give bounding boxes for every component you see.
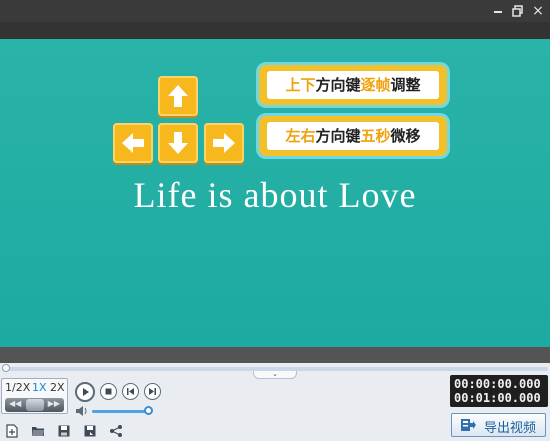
save-as-icon[interactable] [83,424,97,438]
previous-frame-button[interactable] [122,383,139,400]
hint-left-right-fine-move: 左右方向键五秒微移 [259,116,447,156]
export-icon [461,419,476,431]
title-bar: × [0,0,550,22]
total-time: 00:01:00.000 [454,391,541,405]
previous-frame-icon [127,388,134,395]
speed-control: 1/2X 1X 2X ◀◀ ▶▶ [1,378,68,414]
preview-footer-bar [0,347,550,363]
hint-left-right-text: 左右方向键五秒微移 [267,122,439,150]
next-frame-button[interactable] [144,383,161,400]
jog-knob[interactable] [26,399,44,411]
video-editor-window: × 上下方向键逐帧调整 左右方向键五秒微移 Life is about Love… [0,0,550,441]
export-video-button[interactable]: 导出视频 [451,413,546,437]
arrow-up-key [158,76,198,116]
timeline-playhead[interactable] [2,364,10,372]
hint-up-down-suffix: 调整 [390,76,421,94]
hint-up-down-highlight: 逐帧 [360,76,391,94]
new-project-icon[interactable] [5,424,19,438]
arrow-left-icon [122,133,144,153]
speed-1x[interactable]: 1X [32,381,47,394]
speed-half[interactable]: 1/2X [5,381,30,394]
jog-shuttle[interactable]: ◀◀ ▶▶ [5,398,64,412]
volume-slider-knob[interactable] [144,406,153,415]
video-caption: Life is about Love [133,175,417,215]
stop-icon [105,388,112,395]
minimize-icon[interactable] [490,3,506,19]
restore-icon[interactable] [510,3,526,19]
arrow-up-icon [168,85,188,107]
volume-icon[interactable] [76,406,88,416]
hint-up-down-text: 上下方向键逐帧调整 [267,71,439,99]
volume-slider[interactable] [92,410,148,413]
preview-header-bar [0,22,550,39]
arrow-left-key [113,123,153,163]
hint-up-down-prefix: 上下 [285,76,316,94]
hint-left-right-middle: 方向键 [315,127,361,145]
close-icon[interactable]: × [530,3,546,19]
arrow-down-key [158,123,198,163]
arrow-right-key [204,123,244,163]
open-folder-icon[interactable] [31,424,45,438]
arrow-down-icon [168,132,188,154]
speed-2x[interactable]: 2X [50,381,65,394]
video-preview: 上下方向键逐帧调整 左右方向键五秒微移 Life is about Love [0,39,550,347]
next-frame-icon [149,388,156,395]
hint-up-down-frame-adjust: 上下方向键逐帧调整 [259,65,447,105]
hint-left-right-prefix: 左右 [285,127,316,145]
timecode-display: 00:00:00.000 00:01:00.000 [450,375,548,407]
current-time: 00:00:00.000 [454,377,541,391]
arrow-right-icon [213,133,235,153]
rewind-icon: ◀◀ [9,399,22,408]
stop-button[interactable] [100,383,117,400]
export-video-label: 导出视频 [484,421,537,436]
save-icon[interactable] [57,424,71,438]
collapse-panel-toggle[interactable]: ⌄ [253,371,297,379]
play-button[interactable] [75,382,95,402]
fast-forward-icon: ▶▶ [47,399,60,408]
hint-up-down-middle: 方向键 [315,76,361,94]
play-icon [83,388,89,396]
hint-left-right-highlight: 五秒 [360,127,391,145]
share-icon[interactable] [109,424,123,438]
hint-left-right-suffix: 微移 [390,127,421,145]
chevron-down-icon: ⌄ [272,370,278,378]
